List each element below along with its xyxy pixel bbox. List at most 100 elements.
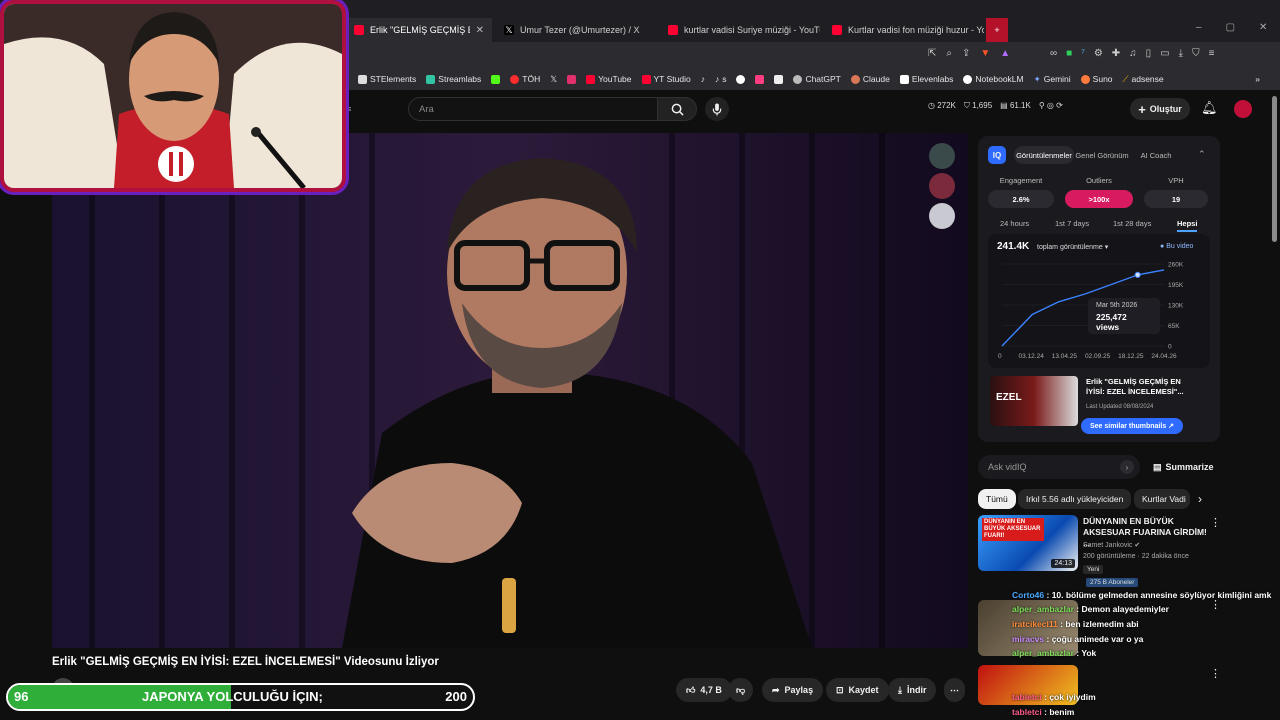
range-all[interactable]: Hepsi (1177, 219, 1198, 232)
extension-icon[interactable]: ⚙ (1094, 48, 1103, 59)
save-button[interactable]: ⊡ Kaydet (826, 678, 889, 702)
bookmark-gemini[interactable]: ✦ Gemini (1034, 74, 1071, 85)
tab-kurtlar-suriye[interactable]: kurtlar vadisi Suriye müziği - YouTub (660, 18, 820, 42)
channel-avatar-thumb[interactable] (929, 203, 955, 229)
related-title[interactable]: Erlik "GELMİŞ GEÇMİŞ EN İYİSİ: EZEL İNCE… (1086, 377, 1198, 397)
wallet-icon[interactable]: ▭ (1160, 48, 1169, 59)
see-similar-thumbnails-button[interactable]: See similar thumbnails ↗ (1081, 418, 1183, 434)
channel-avatar-thumb[interactable] (929, 143, 955, 169)
toh-icon (510, 74, 520, 84)
media-icon[interactable]: ♫ (1129, 48, 1137, 59)
more-options-icon[interactable]: ⋮ (1210, 667, 1221, 680)
circle-icon (736, 74, 746, 84)
menu-icon[interactable]: ≡ (1209, 48, 1215, 59)
more-bookmarks-icon[interactable]: » (1255, 74, 1260, 84)
bookmark-amazon[interactable] (774, 74, 784, 84)
tab-ai-coach[interactable]: AI Coach (1136, 146, 1176, 164)
tab-overview[interactable]: Genel Görünüm (1074, 146, 1130, 164)
bookmark-youtube[interactable]: YouTube (586, 74, 632, 84)
chevron-right-icon[interactable]: › (1198, 492, 1202, 506)
tab-kurtlar-huzur[interactable]: Kurtlar vadisi fon müziği huzur - You (824, 18, 984, 42)
bookmark-claude[interactable]: Claude (850, 74, 890, 84)
collapse-icon[interactable]: ⌃ (1198, 149, 1206, 160)
extension-icon[interactable]: ■ (1066, 48, 1072, 59)
bookmark-notebooklm[interactable]: NotebookLM (963, 74, 1024, 84)
bookmark-stelements[interactable]: STElements (358, 74, 416, 84)
x-tick-label: 02.09.25 (1085, 353, 1111, 360)
bookmark-label: Claude (862, 74, 890, 84)
new-tab-button[interactable]: + (986, 18, 1008, 42)
close-window-icon[interactable]: ✕ (1259, 22, 1267, 33)
tab-erlik-video[interactable]: Erlik "GELMİŞ GEÇMİŞ EN İYİSİ: E ✕ (346, 18, 492, 42)
recommend-thumbnail[interactable]: DÜNYANIN EN BÜYÜK AKSESUAR FUARI! 24:13 (978, 515, 1078, 571)
bookmark-tiktok[interactable]: ♪ (701, 74, 705, 84)
close-icon[interactable]: ✕ (476, 25, 484, 36)
search-input[interactable]: Ara (408, 97, 658, 121)
window-controls: – ▢ ✕ (1196, 22, 1267, 33)
share-button[interactable]: ➦ Paylaş (762, 678, 824, 702)
more-options-icon[interactable]: ⋮ (1210, 516, 1221, 529)
bookmark-suno[interactable]: Suno (1080, 74, 1113, 84)
related-thumbnail[interactable]: EZEL (990, 376, 1078, 426)
range-7d[interactable]: 1st 7 days (1055, 219, 1089, 228)
chip-uploader[interactable]: Irkıl 5.56 adlı yükleyiciden (1018, 489, 1132, 509)
chat-text: 10. bölüme gelmeden annesine söylüyor ki… (1051, 590, 1272, 600)
range-24h[interactable]: 24 hours (1000, 219, 1029, 228)
tab-x-profile[interactable]: 𝕏 Umur Tezer (@Umurtezer) / X (496, 18, 656, 42)
zoom-icon[interactable]: ⌕ (946, 48, 952, 59)
bookmark-circle[interactable] (736, 74, 746, 84)
chat-message: alper_ambazlar : Demon alayedemiyler (1012, 604, 1169, 614)
bookmark-pink[interactable] (755, 74, 765, 84)
extension-icon[interactable]: ⁷ (1081, 48, 1085, 59)
other-stat: ▤ 61.1K (1000, 101, 1031, 110)
notifications-icon[interactable]: 🔔︎ (1201, 100, 1218, 116)
bookmark-elevenlabs[interactable]: Elevenlabs (899, 74, 953, 84)
channel-avatar-thumb[interactable] (929, 173, 955, 199)
scrollbar-thumb[interactable] (1272, 96, 1277, 242)
guide-icon[interactable]: ≡ (346, 104, 351, 114)
ask-vidiq-input[interactable]: Ask vidIQ (978, 455, 1140, 479)
install-icon[interactable]: ⇱ (928, 48, 936, 59)
puzzle-icon[interactable]: ✚ (1112, 48, 1120, 59)
bookmark-adsense[interactable]: ⟋ adsense (1123, 74, 1164, 85)
rewards-icon[interactable]: ▲ (1000, 48, 1010, 59)
brave-shield-icon[interactable]: ▼ (980, 48, 990, 59)
video-player[interactable] (52, 133, 968, 648)
search-button[interactable] (657, 97, 697, 121)
bookmark-chatgpt[interactable]: ChatGPT (793, 74, 841, 84)
create-button[interactable]: + Oluştur (1130, 98, 1190, 120)
bookmark-toh[interactable]: TÖH (510, 74, 540, 84)
download-button[interactable]: ⤓ İndir (888, 678, 937, 702)
extension-icon[interactable]: ∞ (1050, 48, 1057, 59)
suno-icon (1080, 74, 1090, 84)
chip-kurtlar[interactable]: Kurtlar Vadi (1134, 489, 1190, 509)
voice-search-button[interactable] (705, 97, 729, 121)
y-tick-label: 65K (1168, 323, 1180, 330)
minimize-icon[interactable]: – (1196, 22, 1202, 33)
summarize-button[interactable]: ▤ Summarize (1153, 462, 1214, 473)
chip-all[interactable]: Tümü (978, 489, 1016, 509)
range-28d[interactable]: 1st 28 days (1113, 219, 1151, 228)
maximize-icon[interactable]: ▢ (1226, 22, 1235, 33)
tab-views[interactable]: Görüntülenmeler (1014, 146, 1074, 164)
chat-text: Yok (1081, 648, 1097, 658)
vidiq-tools-icons[interactable]: ⚲ ◎ ⟳ (1039, 101, 1063, 111)
vpn-icon[interactable]: ⛉ (1192, 48, 1200, 59)
like-button[interactable]: 👍︎ 4,7 B (676, 678, 732, 702)
share-icon[interactable]: ⇪ (962, 48, 970, 59)
bookmark-streamlabs[interactable]: Streamlabs (426, 74, 481, 84)
bookmark-kick[interactable] (491, 74, 501, 84)
bookmark-yt-studio[interactable]: YT Studio (641, 74, 691, 84)
bookmark-x[interactable]: 𝕏 (550, 74, 557, 85)
bookmark-tiktok-s[interactable]: ♪ s (715, 74, 727, 84)
other-value: 61.1K (1009, 101, 1031, 110)
send-icon[interactable]: › (1120, 460, 1134, 474)
bookmark-instagram[interactable] (567, 74, 577, 84)
download-icon[interactable]: ⤓ (1179, 48, 1183, 59)
more-actions-button[interactable]: ⋯ (944, 678, 965, 702)
bookmark-label: Streamlabs (438, 74, 482, 84)
recommend-channel[interactable]: Samet Jankovic ✔ (1083, 541, 1140, 549)
avatar[interactable] (1234, 100, 1252, 118)
sidebar-icon[interactable]: ▯ (1146, 48, 1152, 59)
dislike-button[interactable]: 👎︎ (728, 678, 754, 702)
